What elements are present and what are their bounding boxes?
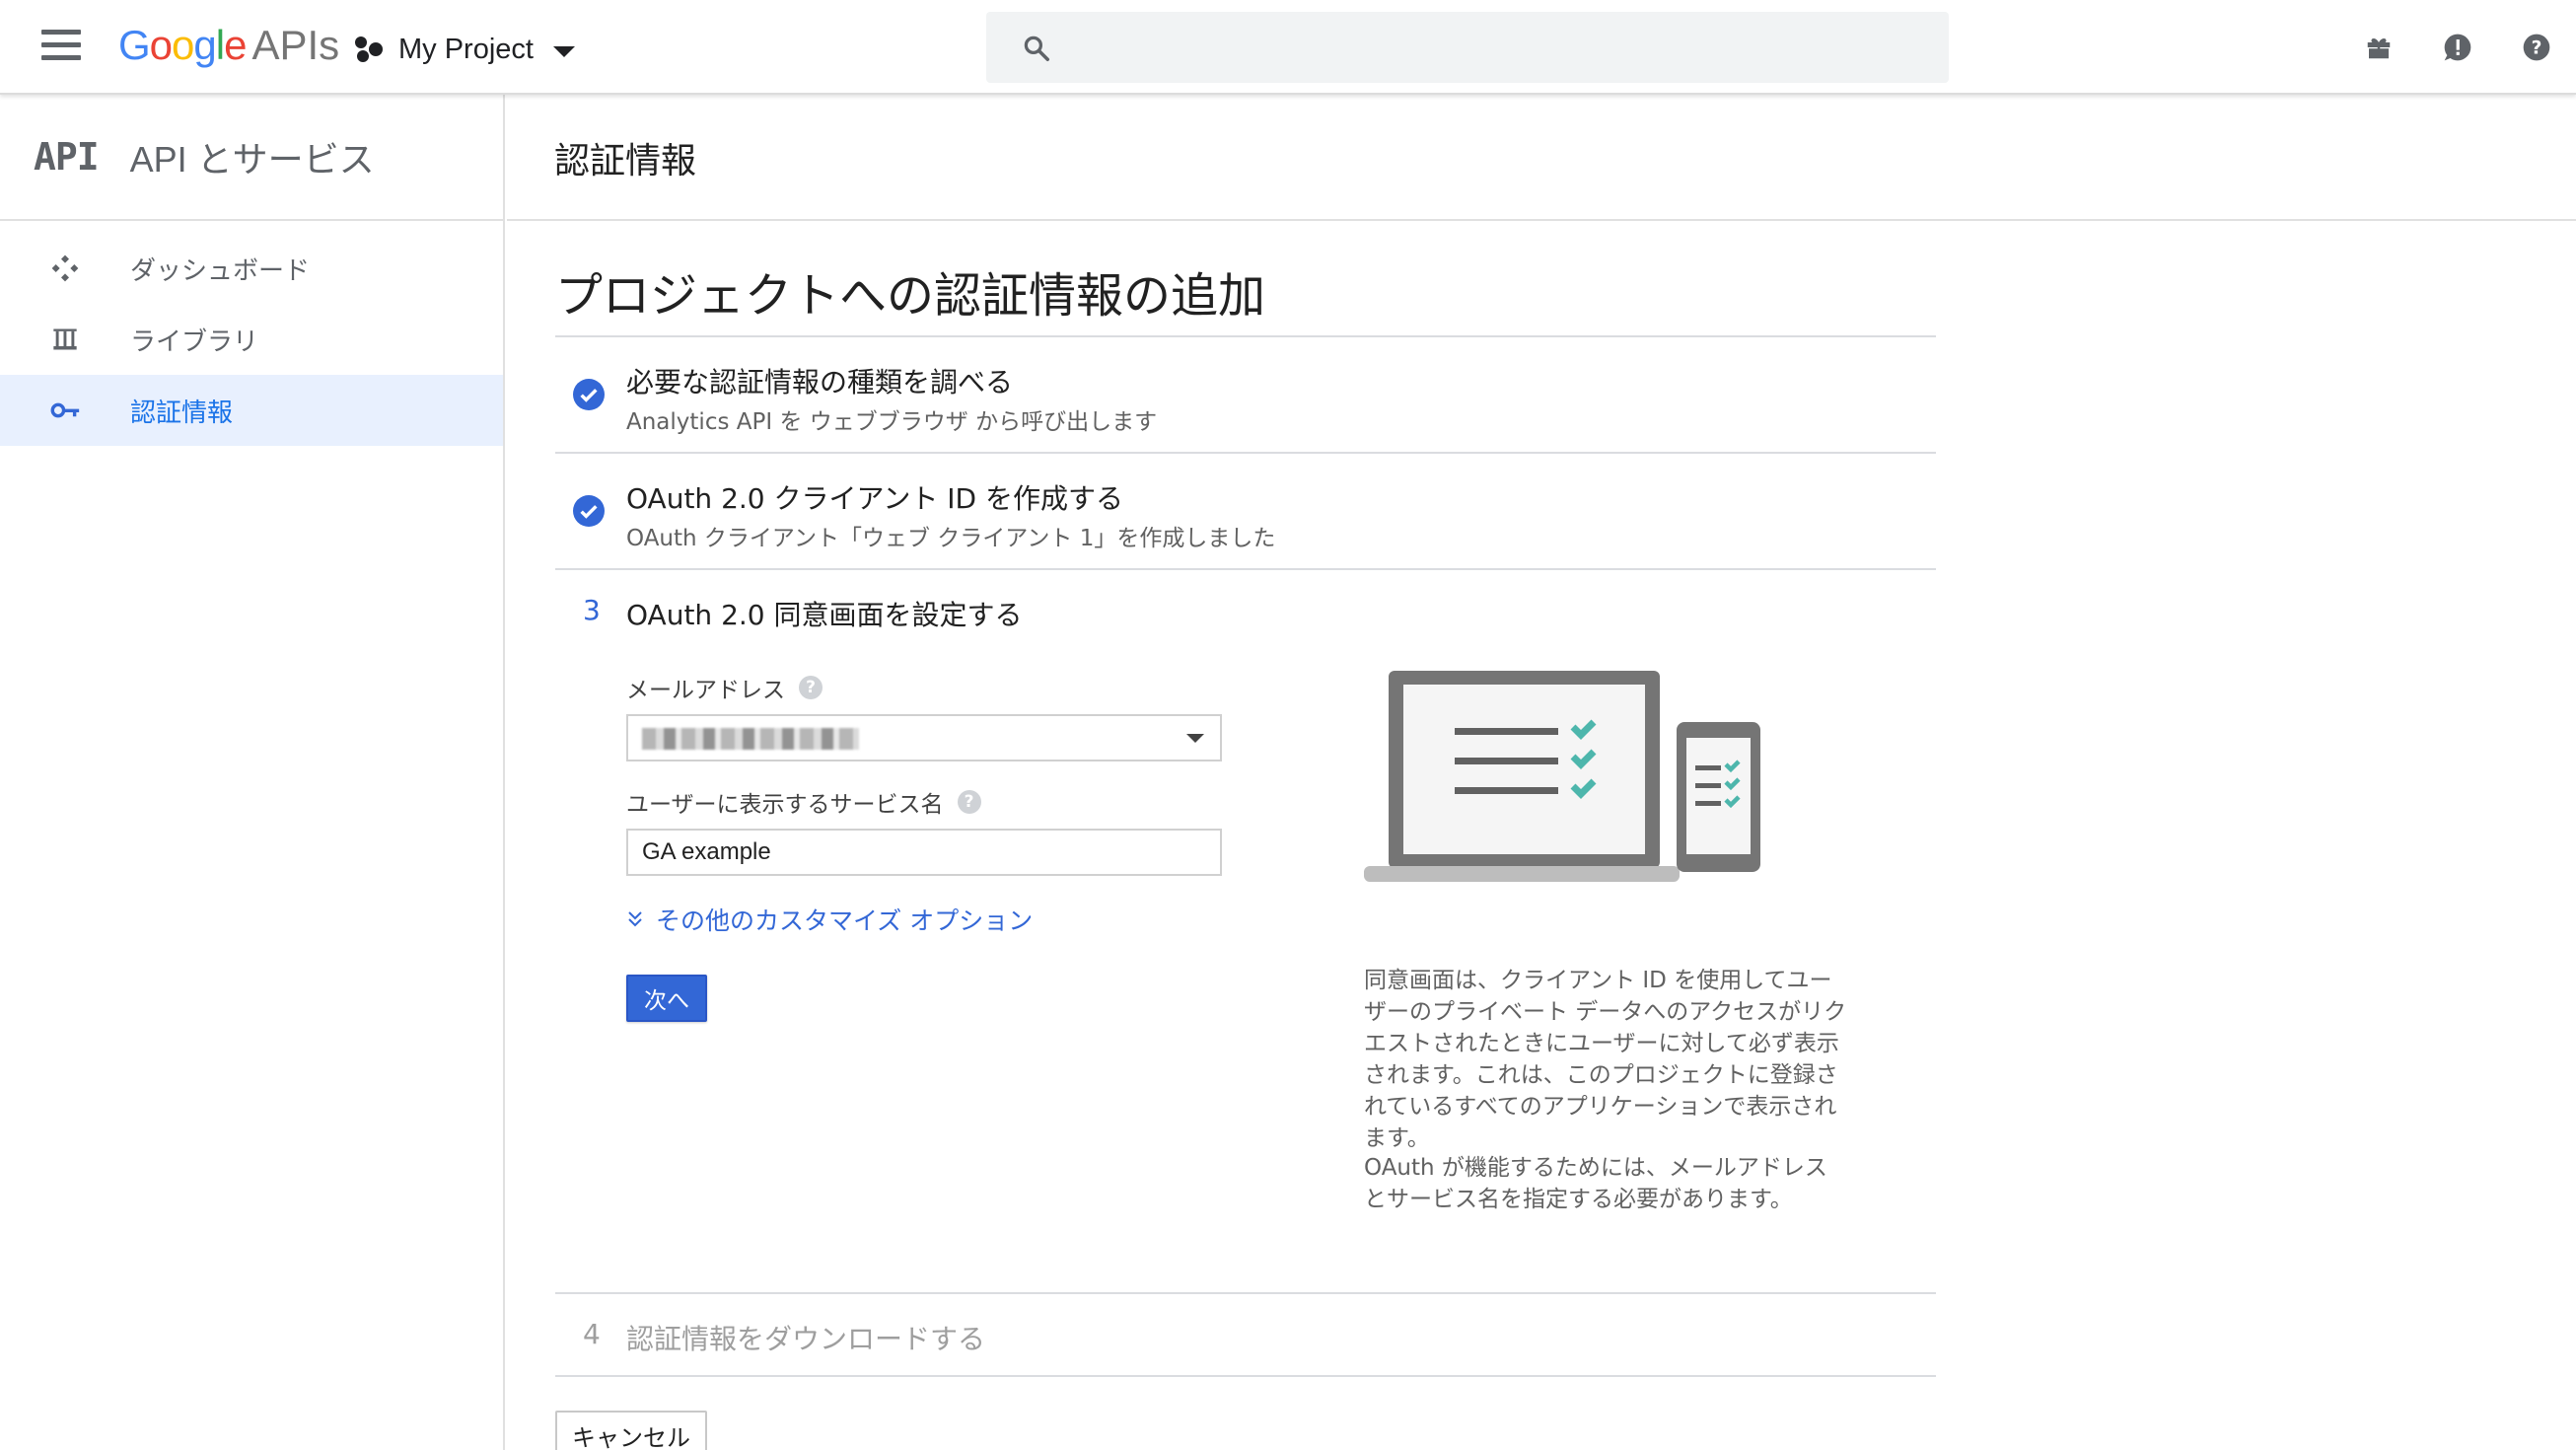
logo-letter: l xyxy=(215,22,225,68)
main-content: プロジェクトへの認証情報の追加 必要な認証情報の種類を調べる Analytics… xyxy=(555,221,1936,1450)
double-chevron-down-icon xyxy=(628,911,642,927)
service-name-input[interactable] xyxy=(626,829,1222,876)
sidebar-nav: ダッシュボード ライブラリ 認証情報 xyxy=(0,233,503,446)
sidebar-item-label: ダッシュボード xyxy=(130,255,311,286)
dashboard-icon xyxy=(47,251,83,286)
search-bar[interactable] xyxy=(986,12,1949,83)
api-logo: API xyxy=(34,135,100,179)
logo-letter: o xyxy=(172,22,194,68)
more-options-label: その他のカスタマイズ オプション xyxy=(656,906,1034,935)
service-name-label-text: ユーザーに表示するサービス名 xyxy=(626,792,944,818)
top-bar: Google APIs My Project ? xyxy=(0,0,2576,95)
help-icon[interactable]: ? xyxy=(2517,28,2556,67)
sidebar: API API とサービス ダッシュボード ライブラリ 認証情報 xyxy=(0,95,505,1450)
email-select[interactable] xyxy=(626,714,1222,761)
search-icon xyxy=(1024,36,1049,61)
cancel-button[interactable]: キャンセル xyxy=(555,1411,707,1450)
project-selector[interactable]: My Project xyxy=(355,28,575,71)
more-options-toggle[interactable]: その他のカスタマイズ オプション xyxy=(626,902,1033,937)
page-title: プロジェクトへの認証情報の追加 xyxy=(555,256,1936,337)
check-circle-icon xyxy=(573,495,605,527)
check-circle-icon xyxy=(573,379,605,410)
main-header: 認証情報 xyxy=(507,95,2576,221)
google-apis-logo[interactable]: Google APIs xyxy=(118,22,339,69)
project-dots-icon xyxy=(355,35,385,64)
step-title: OAuth 2.0 クライアント ID を作成する xyxy=(626,482,1124,515)
step-subtitle: Analytics API を ウェブブラウザ から呼び出します xyxy=(626,409,1158,435)
email-label-text: メールアドレス xyxy=(626,678,785,703)
service-name-label: ユーザーに表示するサービス名 ? xyxy=(626,785,981,819)
sidebar-title: API とサービス xyxy=(129,139,375,180)
sidebar-item-credentials[interactable]: 認証情報 xyxy=(0,375,503,446)
step-subtitle: OAuth クライアント「ウェブ クライアント 1」を作成しました xyxy=(626,526,1276,551)
logo-letter: o xyxy=(149,22,173,68)
consent-screen-illustration xyxy=(1364,671,1760,882)
step-number: 4 xyxy=(583,1318,601,1350)
step-title: 必要な認証情報の種類を調べる xyxy=(626,366,1014,399)
page-section-title: 認証情報 xyxy=(554,141,697,181)
logo-letter: e xyxy=(224,22,247,68)
redacted-email xyxy=(642,728,859,750)
consent-requirement-note: OAuth が機能するためには、メールアドレスとサービス名を指定する必要がありま… xyxy=(1364,1155,1827,1212)
sidebar-item-label: ライブラリ xyxy=(130,326,259,357)
feedback-icon[interactable] xyxy=(2438,28,2477,67)
consent-description: 同意画面は、クライアント ID を使用してユーザーのプライベート データへのアク… xyxy=(1364,968,1847,1151)
step-title: OAuth 2.0 同意画面を設定する xyxy=(626,599,1023,631)
help-circle-icon[interactable]: ? xyxy=(799,676,823,699)
help-circle-icon[interactable]: ? xyxy=(957,790,981,814)
gift-icon[interactable] xyxy=(2359,28,2398,67)
sidebar-item-dashboard[interactable]: ダッシュボード xyxy=(0,233,503,304)
svg-text:?: ? xyxy=(2532,38,2542,59)
chevron-down-icon xyxy=(552,45,575,57)
dropdown-arrow-icon xyxy=(1186,734,1204,743)
menu-icon[interactable] xyxy=(41,30,89,65)
step-1: 必要な認証情報の種類を調べる Analytics API を ウェブブラウザ か… xyxy=(555,337,1936,454)
logo-letter: G xyxy=(118,22,151,68)
top-actions: ? xyxy=(2359,28,2556,67)
step-number: 3 xyxy=(583,594,601,626)
project-name: My Project xyxy=(398,33,534,65)
next-button[interactable]: 次へ xyxy=(626,975,707,1022)
step-4: 4 認証情報をダウンロードする xyxy=(555,1294,1936,1377)
library-icon xyxy=(47,322,83,357)
logo-letter: g xyxy=(193,22,216,68)
email-label: メールアドレス ? xyxy=(626,671,823,704)
logo-apis-text: APIs xyxy=(251,22,340,68)
step-title: 認証情報をダウンロードする xyxy=(626,1323,986,1355)
key-icon xyxy=(47,393,83,428)
sidebar-item-label: 認証情報 xyxy=(130,398,234,428)
step-2: OAuth 2.0 クライアント ID を作成する OAuth クライアント「ウ… xyxy=(555,454,1936,570)
step-3: 3 OAuth 2.0 同意画面を設定する メールアドレス ? ユーザーに表示す… xyxy=(555,570,1936,1294)
sidebar-header: API API とサービス xyxy=(0,95,503,221)
sidebar-item-library[interactable]: ライブラリ xyxy=(0,304,503,375)
